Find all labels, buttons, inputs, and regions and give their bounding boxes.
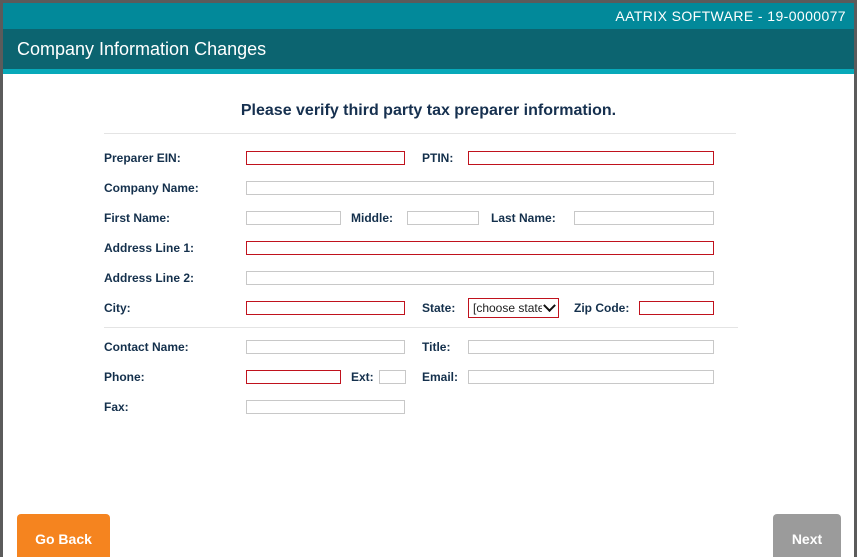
contact-name-input[interactable] (246, 340, 405, 354)
first-name-label: First Name: (104, 211, 171, 225)
ext-input[interactable] (379, 370, 406, 384)
title-label: Title: (422, 340, 451, 354)
go-back-button[interactable]: Go Back (17, 514, 110, 557)
ptin-label: PTIN: (422, 151, 454, 165)
address-line-1-label: Address Line 1: (104, 241, 195, 255)
fax-input[interactable] (246, 400, 405, 414)
preparer-ein-input[interactable] (246, 151, 405, 165)
city-input[interactable] (246, 301, 405, 315)
middle-name-label: Middle: (351, 211, 393, 225)
ptin-input[interactable] (468, 151, 714, 165)
zip-code-input[interactable] (639, 301, 714, 315)
vendor-id-text: AATRIX SOFTWARE - 19-0000077 (615, 8, 846, 24)
contact-name-label: Contact Name: (104, 340, 189, 354)
city-label: City: (104, 301, 131, 315)
form-heading: Please verify third party tax preparer i… (240, 102, 617, 119)
address-line-2-input[interactable] (246, 271, 714, 285)
zip-code-label: Zip Code: (574, 301, 630, 315)
state-label: State: (422, 301, 456, 315)
state-select-value: [choose state] (473, 301, 542, 315)
company-name-input[interactable] (246, 181, 714, 195)
divider-top (104, 133, 736, 134)
preparer-ein-label: Preparer EIN: (104, 151, 181, 165)
app-window: AATRIX SOFTWARE - 19-0000077 Company Inf… (0, 0, 857, 557)
first-name-input[interactable] (246, 211, 341, 225)
last-name-label: Last Name: (491, 211, 556, 225)
phone-input[interactable] (246, 370, 341, 384)
divider-middle (104, 327, 738, 328)
vendor-bar: AATRIX SOFTWARE - 19-0000077 (3, 3, 854, 29)
state-select[interactable]: [choose state] (468, 298, 559, 318)
email-input[interactable] (468, 370, 714, 384)
fax-label: Fax: (104, 400, 129, 414)
next-button[interactable]: Next (773, 514, 841, 557)
chevron-down-icon (543, 299, 556, 312)
company-name-label: Company Name: (104, 181, 199, 195)
address-line-1-input[interactable] (246, 241, 714, 255)
phone-label: Phone: (104, 370, 145, 384)
middle-name-input[interactable] (407, 211, 479, 225)
ext-label: Ext: (351, 370, 374, 384)
title-input[interactable] (468, 340, 714, 354)
address-line-2-label: Address Line 2: (104, 271, 195, 285)
page-title: Company Information Changes (17, 39, 267, 59)
last-name-input[interactable] (574, 211, 714, 225)
email-label: Email: (422, 370, 459, 384)
accent-strip (3, 69, 854, 74)
title-bar: Company Information Changes (3, 29, 854, 69)
